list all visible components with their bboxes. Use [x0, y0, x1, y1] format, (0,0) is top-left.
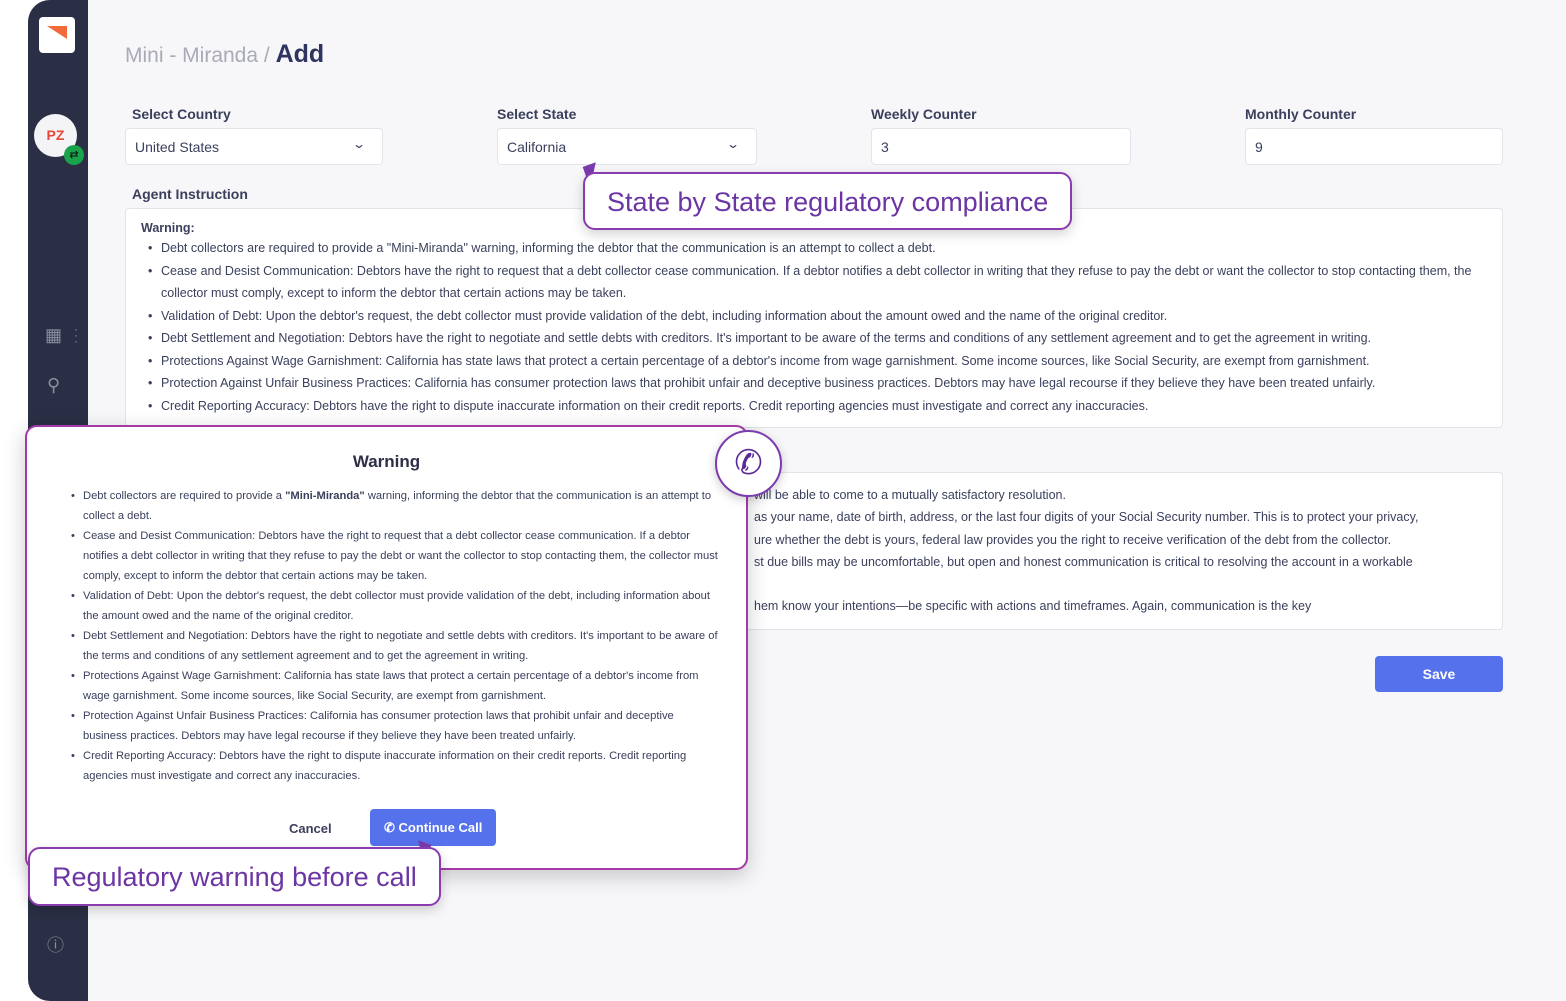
phone-icon: ✆	[384, 820, 395, 835]
agent-instruction-label: Agent Instruction	[132, 186, 248, 202]
more-vertical-icon[interactable]: · · ·	[74, 323, 78, 347]
page-title: Add	[275, 40, 325, 68]
list-item: Debt collectors are required to provide …	[71, 486, 721, 526]
country-select[interactable]: United States ⌄	[125, 128, 383, 165]
monthly-counter-label: Monthly Counter	[1245, 106, 1357, 122]
list-item: Debt collectors are required to provide …	[141, 237, 1487, 260]
regulatory-warning-callout: Regulatory warning before call	[28, 847, 441, 906]
country-label: Select Country	[132, 106, 231, 122]
text-line: ure whether the debt is yours, federal l…	[754, 532, 1392, 547]
breadcrumb-parent[interactable]: Mini - Miranda	[125, 44, 258, 67]
text-line: as your name, date of birth, address, or…	[754, 510, 1419, 525]
apps-grid-icon[interactable]: ▦	[45, 325, 62, 346]
breadcrumb-separator: /	[263, 44, 270, 67]
state-compliance-callout: State by State regulatory compliance	[583, 172, 1073, 230]
instruction-list: Debt collectors are required to provide …	[141, 237, 1487, 417]
continue-call-button[interactable]: ✆ Continue Call	[370, 809, 496, 846]
list-item: Credit Reporting Accuracy: Debtors have …	[71, 746, 721, 786]
help-icon[interactable]: ⓘ	[47, 931, 64, 956]
monthly-counter-input[interactable]: 9	[1245, 128, 1503, 165]
modal-warning-list: Debt collectors are required to provide …	[71, 486, 721, 786]
list-item: Cease and Desist Communication: Debtors …	[71, 526, 721, 586]
state-value: California	[507, 139, 567, 155]
warning-modal: Warning Debt collectors are required to …	[25, 425, 748, 870]
modal-title: Warning	[352, 452, 421, 471]
list-item: Validation of Debt: Upon the debtor's re…	[71, 586, 721, 626]
phone-icon: ✆	[715, 430, 782, 497]
list-item: Protections Against Wage Garnishment: Ca…	[141, 350, 1487, 373]
text-line	[754, 573, 1502, 595]
state-select[interactable]: California ⌄	[497, 128, 757, 165]
list-item: Validation of Debt: Upon the debtor's re…	[141, 305, 1487, 328]
switch-icon[interactable]: ⇄	[64, 145, 84, 165]
text-line: st due bills may be uncomfortable, but o…	[754, 554, 1413, 569]
cancel-button[interactable]: Cancel	[289, 821, 332, 836]
list-item: Debt Settlement and Negotiation: Debtors…	[141, 327, 1487, 350]
save-button[interactable]: Save	[1375, 656, 1503, 692]
chevron-down-icon: ⌄	[725, 137, 741, 151]
weekly-counter-label: Weekly Counter	[871, 106, 977, 122]
list-item: Debt Settlement and Negotiation: Debtors…	[71, 626, 721, 666]
weekly-counter-input[interactable]: 3	[871, 128, 1131, 165]
list-item: Credit Reporting Accuracy: Debtors have …	[141, 395, 1487, 418]
text-line: hem know your intentions—be specific wit…	[754, 599, 1312, 614]
country-value: United States	[135, 139, 220, 155]
search-icon[interactable]: ⚲	[47, 375, 60, 396]
app-logo[interactable]	[39, 17, 75, 53]
list-item: Protection Against Unfair Business Pract…	[141, 372, 1487, 395]
text-line: will be able to come to a mutually satis…	[754, 488, 1066, 502]
list-item: Protection Against Unfair Business Pract…	[71, 706, 721, 746]
agent-instruction-textarea[interactable]: Warning: Debt collectors are required to…	[125, 208, 1503, 428]
list-item: Cease and Desist Communication: Debtors …	[141, 260, 1487, 305]
list-item: Protections Against Wage Garnishment: Ca…	[71, 666, 721, 706]
breadcrumb: Mini - Miranda / Add	[125, 40, 324, 69]
chevron-down-icon: ⌄	[351, 137, 367, 151]
state-label: Select State	[497, 106, 577, 122]
